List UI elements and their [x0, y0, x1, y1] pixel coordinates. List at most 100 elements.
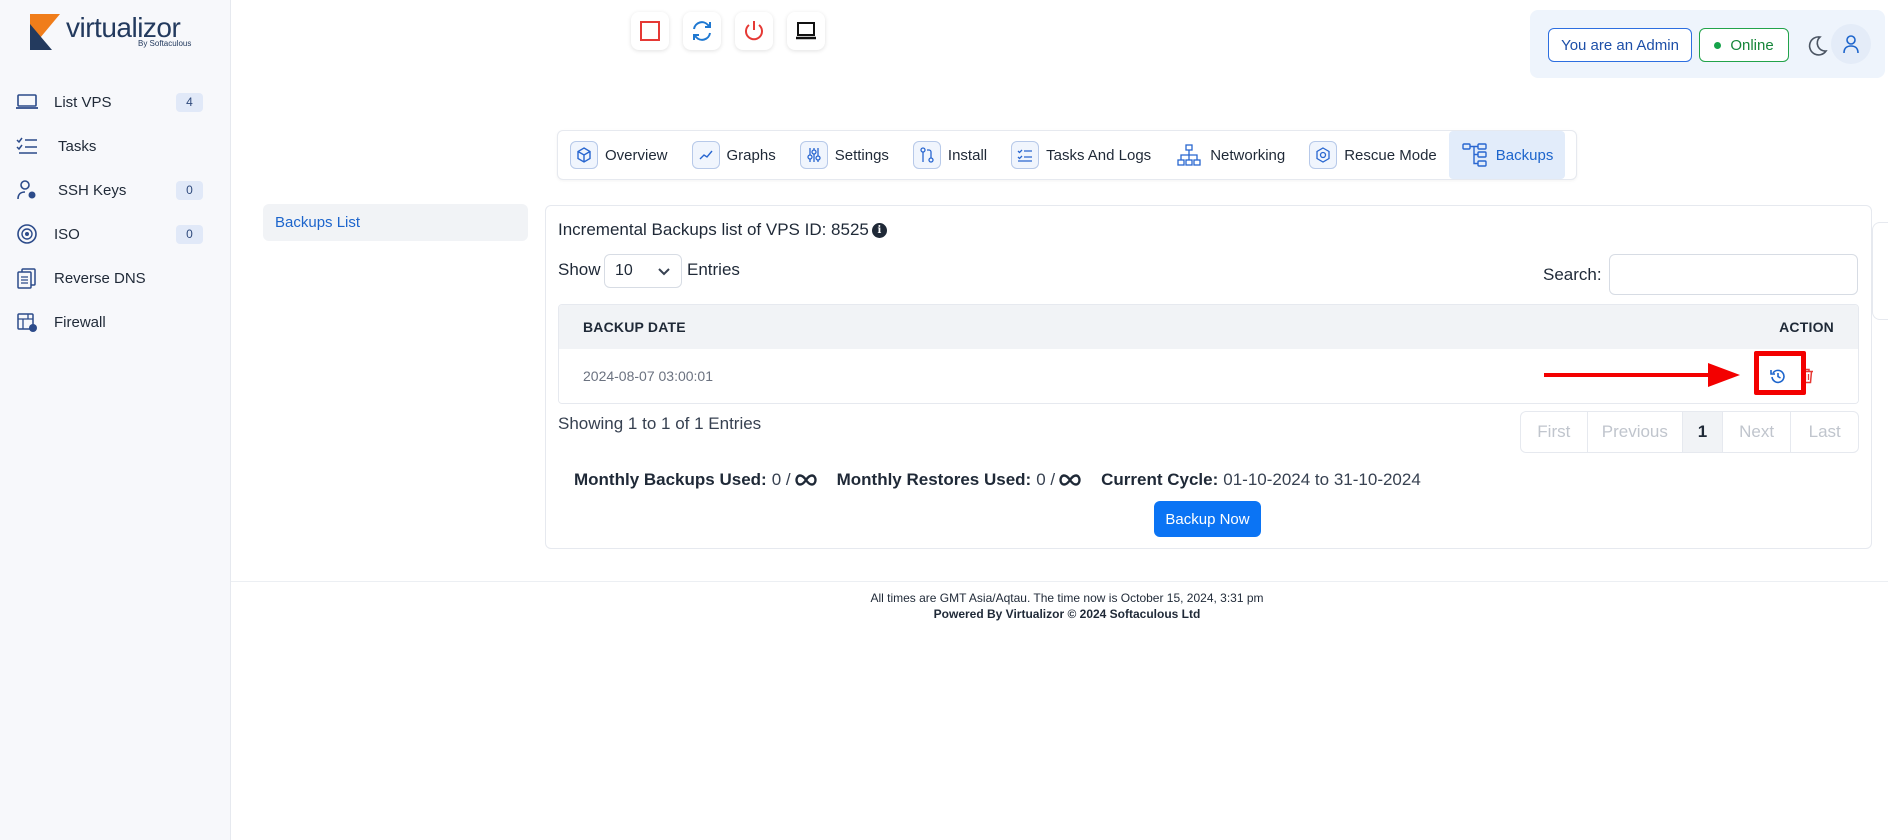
pager-next[interactable]: Next [1723, 412, 1792, 452]
backups-card: Incremental Backups list of VPS ID: 8525… [545, 205, 1872, 549]
sidebar-item-label: SSH Keys [58, 181, 127, 199]
poweroff-button[interactable] [735, 12, 773, 50]
admin-badge[interactable]: You are an Admin [1548, 28, 1692, 62]
sidebar-item-tasks[interactable]: Tasks [0, 124, 231, 168]
footer-divider [231, 581, 1888, 582]
backups-title-text: Incremental Backups list of VPS ID: 8525 [558, 220, 869, 239]
footer-time-text: All times are GMT Asia/Aqtau. The time n… [870, 591, 1264, 605]
sliders-icon [799, 141, 828, 169]
install-icon [912, 141, 941, 169]
sidebar-item-iso[interactable]: ISO 0 [0, 212, 231, 256]
search-label: Search: [1543, 265, 1602, 284]
footer-powered-by: Powered By Virtualizor © 2024 Softaculou… [933, 607, 1201, 621]
rescue-box-icon [1309, 141, 1338, 169]
backup-date-cell: 2024-08-07 03:00:01 [583, 368, 713, 384]
infinity-icon [1059, 474, 1081, 486]
tab-label: Settings [834, 146, 889, 164]
dark-mode-moon-icon[interactable] [1805, 34, 1829, 58]
restart-icon [693, 21, 711, 41]
backup-usage-stats: Monthly Backups Used: 0 / Monthly Restor… [574, 470, 1441, 490]
info-icon[interactable]: i [871, 222, 887, 238]
power-icon [745, 21, 763, 41]
backup-now-button[interactable]: Backup Now [1154, 501, 1261, 537]
trash-icon [1801, 368, 1813, 384]
backups-list-link[interactable]: Backups List [263, 204, 528, 241]
tab-label: Tasks And Logs [1046, 146, 1152, 164]
infinity-icon [794, 474, 817, 486]
header-user-area: You are an Admin Online [1530, 10, 1885, 78]
sidebar-item-label: ISO [54, 225, 80, 243]
monthly-backups-label: Monthly Backups Used: [574, 470, 767, 489]
laptop-icon [14, 89, 40, 115]
tab-settings[interactable]: Settings [788, 131, 901, 179]
sidebar: virtualizor By Softaculous List VPS 4 Ta… [0, 0, 231, 840]
backup-tree-icon [1461, 141, 1489, 169]
delete-backup-button[interactable] [1793, 362, 1821, 390]
tab-networking[interactable]: Networking [1163, 131, 1297, 179]
sidebar-item-list-vps[interactable]: List VPS 4 [0, 80, 231, 124]
checklist-icon [1011, 141, 1040, 169]
ssh-key-user-icon [14, 177, 40, 203]
side-collapse-handle[interactable] [1872, 222, 1888, 320]
tab-graphs[interactable]: Graphs [680, 131, 788, 179]
page-size-value: 10 [615, 262, 633, 279]
current-cycle-value: 01-10-2024 to 31-10-2024 [1223, 470, 1421, 489]
monthly-restores-value: 0 / [1036, 470, 1056, 489]
tab-label: Graphs [726, 146, 776, 164]
sidebar-nav: List VPS 4 Tasks SSH Keys 0 ISO 0 Revers… [0, 80, 231, 344]
vps-count-badge: 4 [176, 92, 203, 112]
logo-mark-icon [30, 14, 60, 50]
tab-tasks-and-logs[interactable]: Tasks And Logs [999, 131, 1163, 179]
monthly-backups-value: 0 / [771, 470, 791, 489]
restore-history-icon [1770, 369, 1785, 384]
pager-first[interactable]: First [1521, 412, 1588, 452]
backups-title: Incremental Backups list of VPS ID: 8525… [558, 220, 887, 240]
monthly-restores-used: Monthly Restores Used: 0 / [837, 470, 1082, 490]
monitor-icon [796, 22, 816, 40]
tab-label: Overview [605, 146, 668, 164]
virtualizor-logo[interactable]: virtualizor By Softaculous [30, 12, 200, 52]
monthly-backups-used: Monthly Backups Used: 0 / [574, 470, 817, 490]
restore-backup-button[interactable] [1764, 362, 1792, 390]
search-input[interactable] [1609, 254, 1858, 295]
sidebar-item-firewall[interactable]: Firewall [0, 300, 231, 344]
logo-subtitle: By Softaculous [138, 39, 192, 48]
tab-backups[interactable]: Backups [1448, 131, 1566, 179]
sidebar-item-label: List VPS [54, 93, 112, 111]
online-status-label: Online [1730, 36, 1774, 54]
pager-last[interactable]: Last [1791, 412, 1858, 452]
showing-entries-text: Showing 1 to 1 of 1 Entries [558, 414, 762, 433]
tab-overview[interactable]: Overview [558, 131, 680, 179]
backups-table: BACKUP DATE ACTION 2024-08-07 03:00:01 [558, 304, 1859, 404]
tab-install[interactable]: Install [901, 131, 999, 179]
sidebar-item-reverse-dns[interactable]: Reverse DNS [0, 256, 231, 300]
user-avatar-button[interactable] [1831, 24, 1871, 64]
iso-count-badge: 0 [176, 224, 203, 244]
tab-rescue-mode[interactable]: Rescue Mode [1297, 131, 1449, 179]
sidebar-item-label: Reverse DNS [54, 269, 146, 287]
current-cycle-label: Current Cycle: [1101, 470, 1219, 489]
pager-previous[interactable]: Previous [1588, 412, 1684, 452]
pager-page-1[interactable]: 1 [1683, 412, 1723, 452]
tasks-icon [14, 133, 40, 159]
online-dot-icon [1714, 41, 1722, 49]
firewall-icon [14, 309, 40, 335]
dns-icon [14, 265, 40, 291]
sidebar-item-ssh-keys[interactable]: SSH Keys 0 [0, 168, 231, 212]
page-root: virtualizor By Softaculous List VPS 4 Ta… [0, 0, 1888, 840]
table-row: 2024-08-07 03:00:01 [559, 349, 1858, 403]
stop-button[interactable] [631, 12, 669, 50]
cube-icon [570, 141, 598, 169]
restart-button[interactable] [683, 12, 721, 50]
vnc-console-button[interactable] [787, 12, 825, 50]
disc-icon [14, 221, 40, 247]
entries-label: Entries [687, 260, 740, 279]
tab-label: Backups [1495, 146, 1554, 164]
show-label: Show [558, 260, 601, 279]
pagination: First Previous 1 Next Last [1520, 411, 1859, 453]
sidebar-item-label: Firewall [54, 313, 106, 331]
graph-icon [691, 141, 720, 169]
column-header-action: ACTION [1779, 319, 1834, 335]
column-header-backup-date[interactable]: BACKUP DATE [583, 319, 686, 335]
page-size-select[interactable]: 10 [604, 254, 682, 288]
